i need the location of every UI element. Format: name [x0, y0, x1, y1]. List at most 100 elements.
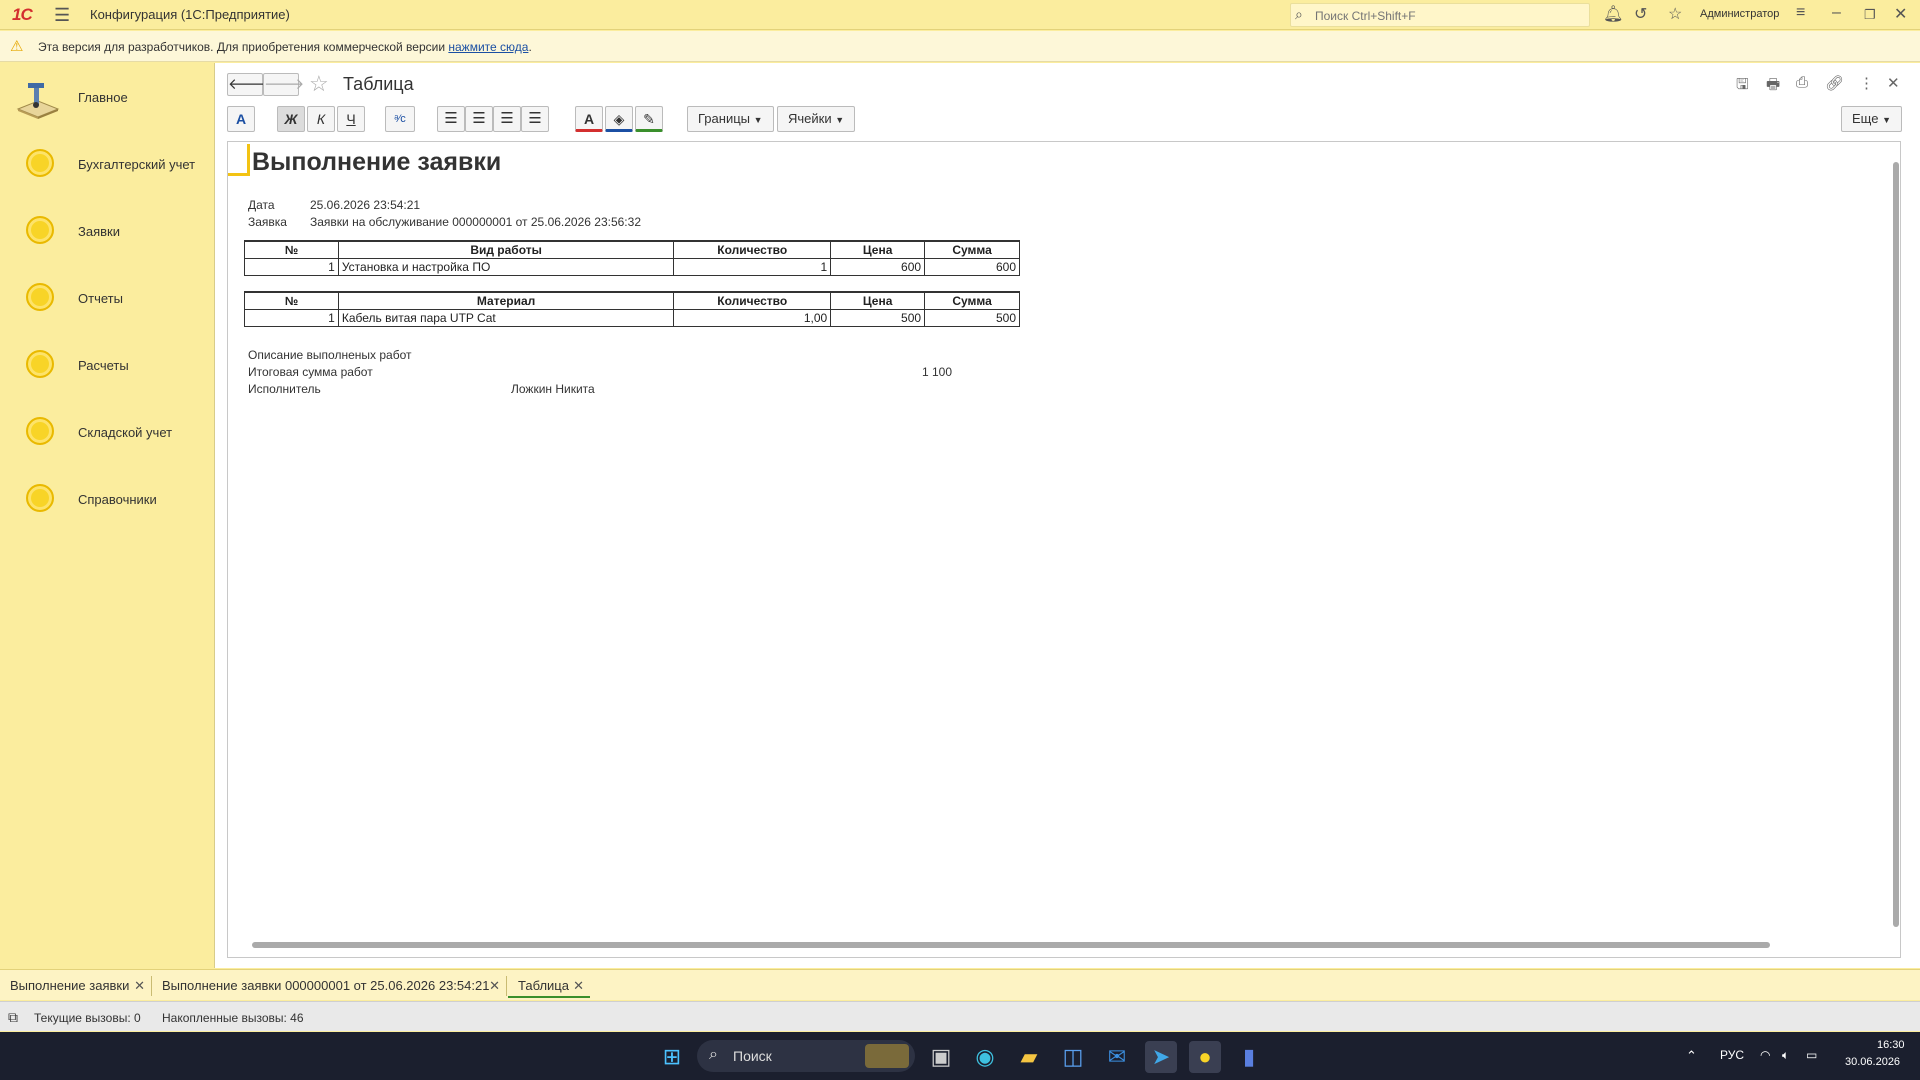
spellcheck-icon[interactable]: ᵃ⁄c [385, 106, 415, 132]
cell[interactable]: 1,00 [673, 308, 832, 327]
coin-icon [26, 149, 54, 177]
save-icon[interactable]: 🖫 [1736, 74, 1749, 99]
align-justify-icon[interactable]: ☰ [521, 106, 549, 132]
favorites-star-icon[interactable]: ☆ [1668, 4, 1682, 24]
bold-button[interactable]: Ж [277, 106, 305, 132]
cell[interactable]: 600 [924, 257, 1020, 276]
restore-icon[interactable]: ❐ [1864, 7, 1876, 23]
store-icon[interactable]: ◫ [1057, 1041, 1089, 1073]
align-right-icon[interactable]: ☰ [493, 106, 521, 132]
search-highlight-image [865, 1044, 909, 1068]
sidebar-item-requests[interactable]: Заявки [0, 201, 213, 261]
sidebar-item-main[interactable]: Главное [0, 67, 213, 127]
user-name[interactable]: Администратор [1700, 8, 1779, 20]
volume-icon[interactable]: 🔈︎ [1782, 1048, 1789, 1063]
vertical-scrollbar[interactable] [1892, 156, 1900, 956]
favorite-star-icon[interactable]: ☆ [309, 71, 329, 97]
link-icon[interactable]: 🔗︎ [1825, 74, 1844, 92]
cell[interactable]: 1 [673, 257, 832, 276]
search-input[interactable] [1315, 7, 1585, 24]
cell[interactable]: 500 [830, 308, 926, 327]
more-vertical-icon[interactable]: ⋮ [1859, 74, 1874, 92]
cell[interactable]: 1 [244, 308, 339, 327]
status-bar: ⧉ Текущие вызовы: 0 Накопленные вызовы: … [0, 1001, 1920, 1031]
text-color-icon[interactable]: A [575, 106, 603, 132]
clock-date[interactable]: 30.06.2026 [1845, 1056, 1900, 1068]
preview-icon[interactable]: ⎙ [1796, 74, 1808, 91]
cell[interactable]: Установка и настройка ПО [337, 257, 675, 276]
spreadsheet-document[interactable]: Выполнение заявки Дата 25.06.2026 23:54:… [227, 141, 1901, 958]
back-button[interactable]: 🡐 [227, 73, 268, 96]
history-icon[interactable]: ↺ [1634, 4, 1647, 24]
close-tab-icon[interactable]: ✕ [134, 974, 145, 998]
title-bar: 1С ☰ Конфигурация (1С:Предприятие) ⌕ 🔔︎ … [0, 0, 1920, 30]
sidebar-item-reports[interactable]: Отчеты [0, 268, 213, 328]
1c-app-icon[interactable]: ● [1189, 1041, 1221, 1073]
form-area: 🡐 🡒 ☆ Таблица 🖫 🖶 ⎙ 🔗︎ ⋮ ✕ A Ж К Ч ᵃ⁄c ☰… [214, 63, 1920, 968]
cells-dropdown[interactable]: Ячейки ▼ [777, 106, 856, 132]
chevron-down-icon: ▼ [753, 115, 763, 125]
input-language[interactable]: РУС [1720, 1048, 1744, 1062]
align-center-icon[interactable]: ☰ [465, 106, 493, 132]
wifi-icon[interactable]: ◠ [1760, 1048, 1770, 1062]
outlook-icon[interactable]: ✉ [1101, 1041, 1133, 1073]
cell[interactable]: 600 [830, 257, 926, 276]
global-search[interactable]: ⌕ [1290, 3, 1590, 27]
minimize-icon[interactable]: – [1832, 4, 1841, 22]
calls-monitor-icon[interactable]: ⧉ [8, 1009, 18, 1026]
underline-button[interactable]: Ч [337, 106, 365, 132]
sidebar-item-accounting[interactable]: Бухгалтерский учет [0, 134, 213, 194]
tab-request-execution-document[interactable]: Выполнение заявки 000000001 от 25.06.202… [152, 974, 506, 998]
print-icon[interactable]: 🖶 [1766, 74, 1780, 99]
sidebar-item-settlements[interactable]: Расчеты [0, 335, 213, 395]
file-explorer-icon[interactable]: ▰ [1013, 1041, 1045, 1073]
align-left-icon[interactable]: ☰ [437, 106, 465, 132]
tab-request-execution[interactable]: Выполнение заявки ✕ [0, 974, 151, 998]
sidebar-item-warehouse[interactable]: Складской учет [0, 402, 213, 462]
horizontal-scrollbar[interactable] [248, 941, 1888, 949]
tab-table[interactable]: Таблица ✕ [508, 974, 590, 998]
chart-app-icon[interactable]: ▮ [1233, 1041, 1265, 1073]
warning-message: Эта версия для разработчиков. Для приобр… [38, 40, 449, 54]
italic-button[interactable]: К [307, 106, 335, 132]
table-header-row: № Материал Количество Цена Сумма [244, 291, 1020, 310]
clock-time[interactable]: 16:30 [1877, 1039, 1905, 1051]
sidebar-item-catalogs[interactable]: Справочники [0, 469, 213, 529]
task-view-icon[interactable]: ▣ [925, 1041, 957, 1073]
cell[interactable]: 1 [244, 257, 339, 276]
more-dropdown[interactable]: Еще ▼ [1841, 106, 1902, 132]
telegram-icon[interactable]: ➤ [1145, 1041, 1177, 1073]
sidebar-item-label: Справочники [78, 492, 157, 507]
selected-cell[interactable] [228, 144, 250, 176]
font-button[interactable]: A [227, 106, 255, 132]
forward-button[interactable]: 🡒 [263, 73, 304, 96]
close-tab-icon[interactable]: ✕ [489, 974, 500, 998]
borders-dropdown[interactable]: Границы ▼ [687, 106, 774, 132]
close-tab-icon[interactable]: ✕ [573, 974, 584, 998]
sidebar-item-label: Отчеты [78, 291, 123, 306]
tray-chevron-up-icon[interactable]: ⌃ [1686, 1048, 1697, 1064]
sidebar-item-label: Бухгалтерский учет [78, 157, 196, 172]
taskbar-search-label: Поиск [733, 1048, 772, 1064]
battery-icon[interactable]: ▭ [1806, 1048, 1817, 1062]
taskbar-search[interactable]: ⌕ Поиск [697, 1040, 915, 1072]
main-menu-icon[interactable]: ☰ [54, 5, 70, 26]
date-label: Дата [248, 198, 275, 212]
cell[interactable]: Кабель витая пара UTP Cat [337, 308, 675, 327]
fill-color-icon[interactable]: ◈ [605, 106, 633, 132]
purchase-link[interactable]: нажмите сюда [448, 40, 528, 54]
scroll-thumb[interactable] [252, 942, 1770, 948]
col-header: № [244, 291, 339, 310]
windows-start-icon[interactable]: ⊞ [656, 1041, 688, 1073]
scroll-thumb[interactable] [1893, 162, 1899, 927]
app-logo[interactable]: 1С [12, 5, 33, 25]
close-form-icon[interactable]: ✕ [1887, 74, 1900, 92]
borders-label: Границы [698, 111, 750, 126]
edge-browser-icon[interactable]: ◉ [969, 1041, 1001, 1073]
table-header-row: № Вид работы Количество Цена Сумма [244, 240, 1020, 259]
close-window-icon[interactable]: ✕ [1894, 4, 1907, 24]
border-color-icon[interactable]: ✎ [635, 106, 663, 132]
cell[interactable]: 500 [924, 308, 1020, 327]
bell-icon[interactable]: 🔔︎ [1603, 4, 1623, 24]
settings-menu-icon[interactable]: ≡ [1796, 4, 1805, 22]
